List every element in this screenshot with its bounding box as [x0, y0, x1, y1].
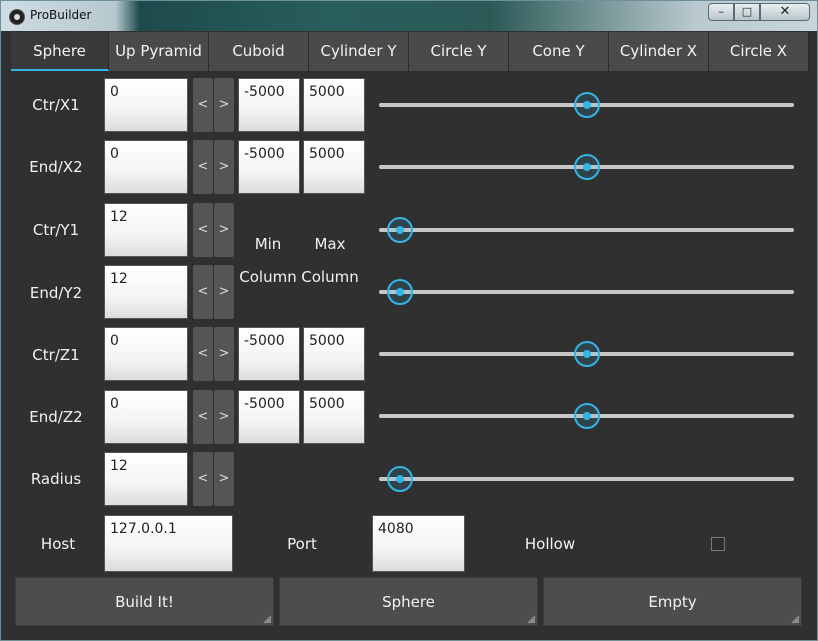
- hollow-label: Hollow: [524, 535, 576, 553]
- end-y2-decrement-button[interactable]: <: [193, 265, 213, 319]
- min-column-header: Min: [254, 235, 282, 253]
- tab-cylinder-y[interactable]: Cylinder Y: [309, 32, 409, 71]
- min-column-subheader: Column: [239, 268, 297, 286]
- radius-decrement-button[interactable]: <: [193, 452, 213, 506]
- ctr-x1-max-input[interactable]: 5000: [303, 78, 365, 132]
- ctr-y1-increment-button[interactable]: >: [214, 203, 234, 257]
- title-bar: ProBuilder – □ ✕: [1, 1, 817, 31]
- ctr-x1-increment-button[interactable]: >: [214, 78, 234, 132]
- end-y2-slider-thumb[interactable]: [386, 279, 413, 305]
- end-z2-decrement-button[interactable]: <: [193, 390, 213, 444]
- app-icon: [9, 9, 25, 25]
- tab-up-pyramid[interactable]: Up Pyramid: [109, 32, 209, 71]
- ctr-x1-label: Ctr/X1: [32, 96, 80, 114]
- host-label: Host: [40, 535, 76, 553]
- tab-sphere[interactable]: Sphere: [11, 32, 109, 71]
- hollow-checkbox[interactable]: [711, 537, 725, 551]
- ctr-z1-min-input[interactable]: -5000: [238, 327, 300, 381]
- max-column-subheader: Column: [301, 268, 359, 286]
- end-z2-label: End/Z2: [29, 408, 83, 426]
- build-it-label: Build It!: [115, 593, 174, 611]
- radius-increment-button[interactable]: >: [214, 452, 234, 506]
- corner-indicator-icon: [527, 615, 535, 623]
- ctr-y1-label: Ctr/Y1: [32, 221, 80, 239]
- ctr-y1-input[interactable]: 12: [104, 203, 188, 257]
- ctr-x1-decrement-button[interactable]: <: [193, 78, 213, 132]
- ctr-y1-decrement-button[interactable]: <: [193, 203, 213, 257]
- close-button[interactable]: ✕: [760, 3, 810, 21]
- end-y2-slider-track[interactable]: [379, 290, 794, 294]
- end-x2-label: End/X2: [29, 158, 83, 176]
- end-z2-min-input[interactable]: -5000: [238, 390, 300, 444]
- minimize-button[interactable]: –: [708, 3, 734, 21]
- ctr-z1-label: Ctr/Z1: [32, 346, 80, 364]
- radius-slider-track[interactable]: [379, 477, 794, 481]
- maximize-button[interactable]: □: [734, 3, 760, 21]
- radius-slider-thumb[interactable]: [386, 466, 413, 492]
- radius-input[interactable]: 12: [104, 452, 188, 506]
- end-x2-slider-thumb[interactable]: [573, 154, 600, 180]
- end-y2-label: End/Y2: [29, 284, 83, 302]
- empty-label: Empty: [648, 593, 697, 611]
- end-x2-max-input[interactable]: 5000: [303, 140, 365, 194]
- ctr-z1-max-input[interactable]: 5000: [303, 327, 365, 381]
- end-z2-slider-thumb[interactable]: [573, 403, 600, 429]
- shape-select-button[interactable]: Sphere: [279, 577, 538, 626]
- tab-circle-x[interactable]: Circle X: [709, 32, 809, 71]
- ctr-x1-slider-thumb[interactable]: [573, 92, 600, 118]
- port-input[interactable]: 4080: [372, 515, 465, 572]
- end-x2-input[interactable]: 0: [104, 140, 188, 194]
- build-it-button[interactable]: Build It!: [15, 577, 274, 626]
- ctr-x1-input[interactable]: 0: [104, 78, 188, 132]
- empty-button[interactable]: Empty: [543, 577, 802, 626]
- corner-indicator-icon: [791, 615, 799, 623]
- window-title: ProBuilder: [30, 8, 92, 22]
- end-z2-increment-button[interactable]: >: [214, 390, 234, 444]
- tab-cuboid[interactable]: Cuboid: [209, 32, 309, 71]
- corner-indicator-icon: [263, 615, 271, 623]
- end-z2-max-input[interactable]: 5000: [303, 390, 365, 444]
- end-z2-input[interactable]: 0: [104, 390, 188, 444]
- host-input[interactable]: 127.0.0.1: [104, 515, 233, 572]
- shape-select-label: Sphere: [382, 593, 435, 611]
- end-y2-input[interactable]: 12: [104, 265, 188, 319]
- ctr-y1-slider-track[interactable]: [379, 228, 794, 232]
- end-x2-increment-button[interactable]: >: [214, 140, 234, 194]
- ctr-z1-decrement-button[interactable]: <: [193, 327, 213, 381]
- end-x2-min-input[interactable]: -5000: [238, 140, 300, 194]
- radius-label: Radius: [30, 470, 82, 488]
- ctr-z1-slider-thumb[interactable]: [573, 341, 600, 367]
- max-column-header: Max: [314, 235, 346, 253]
- ctr-y1-slider-thumb[interactable]: [386, 217, 413, 243]
- tab-cylinder-x[interactable]: Cylinder X: [609, 32, 709, 71]
- ctr-x1-min-input[interactable]: -5000: [238, 78, 300, 132]
- port-label: Port: [287, 535, 317, 553]
- ctr-z1-input[interactable]: 0: [104, 327, 188, 381]
- probuilder-window: ProBuilder – □ ✕ Sphere Up Pyramid Cuboi…: [0, 0, 818, 641]
- end-y2-increment-button[interactable]: >: [214, 265, 234, 319]
- tab-circle-y[interactable]: Circle Y: [409, 32, 509, 71]
- end-x2-decrement-button[interactable]: <: [193, 140, 213, 194]
- tab-cone-y[interactable]: Cone Y: [509, 32, 609, 71]
- shape-tabs: Sphere Up Pyramid Cuboid Cylinder Y Circ…: [9, 31, 809, 72]
- ctr-z1-increment-button[interactable]: >: [214, 327, 234, 381]
